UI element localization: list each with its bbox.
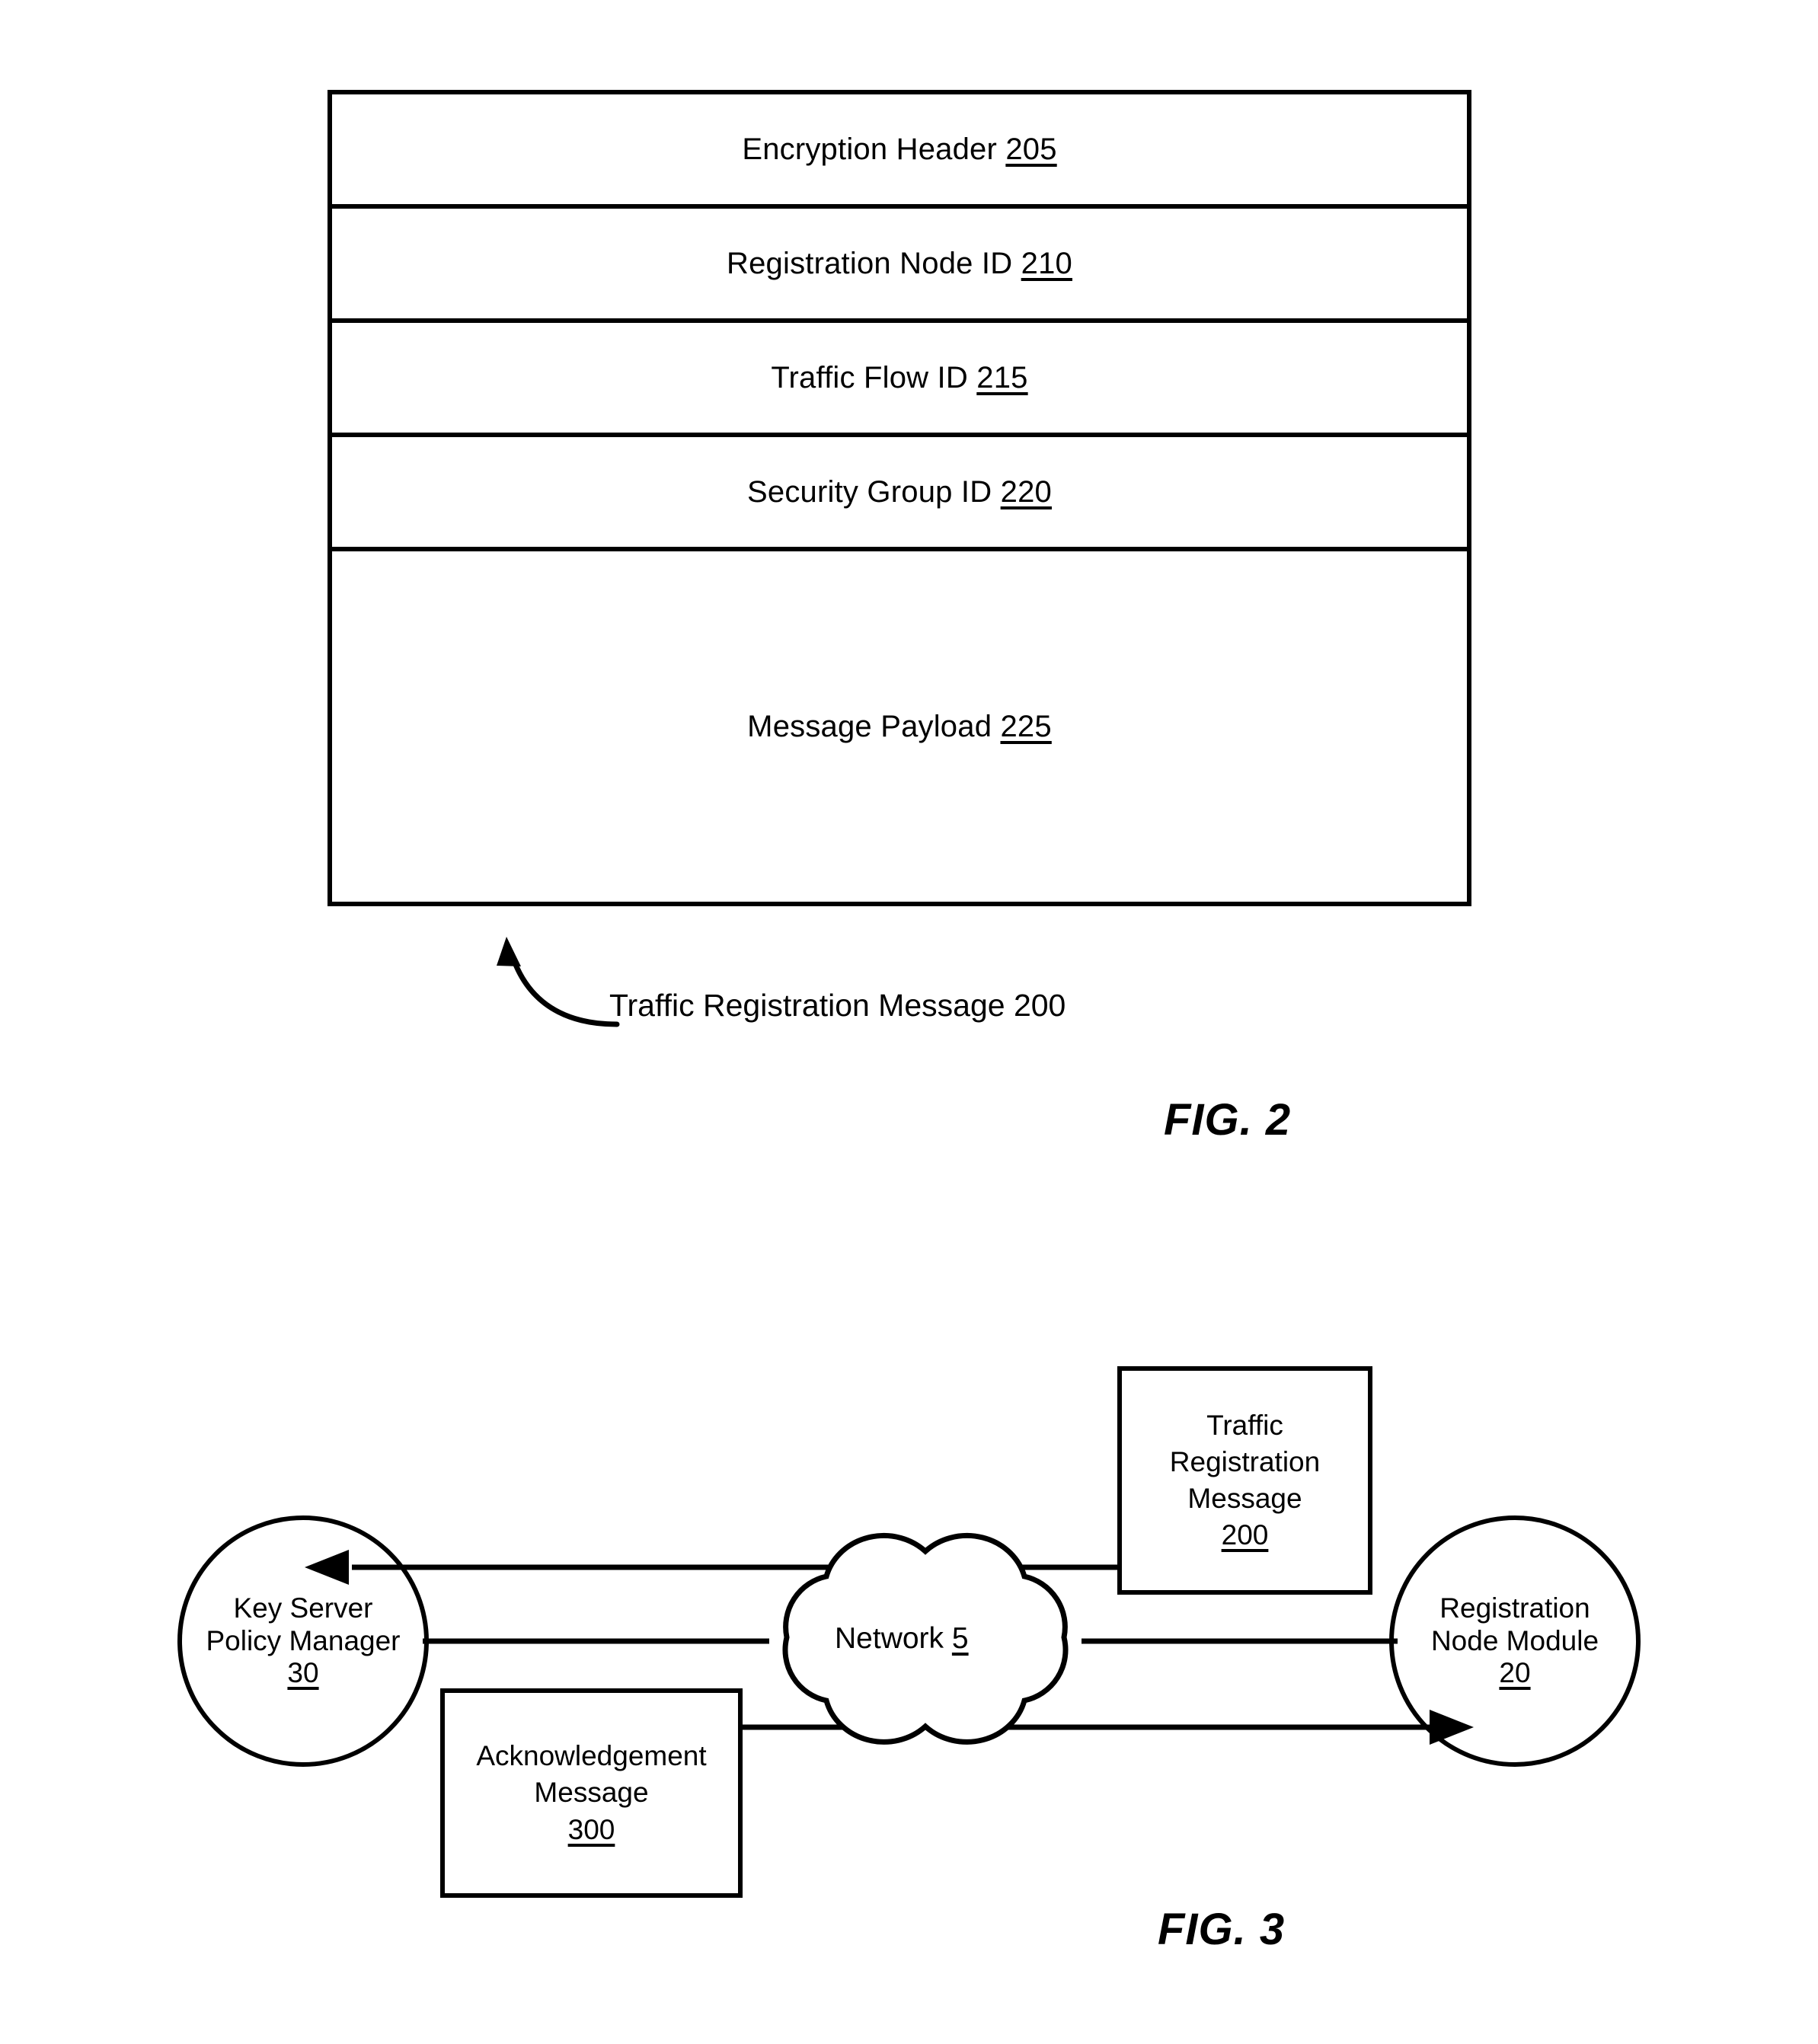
box-traffic-registration-message: Traffic Registration Message 200 [1117,1366,1372,1595]
network-label: Network 5 [830,1624,973,1653]
node-key-server-policy-manager: Key Server Policy Manager 30 [177,1515,429,1767]
field-label-registration-node-id: Registration Node ID 210 [727,248,1072,279]
figure3-label: FIG. 3 [1158,1905,1286,1954]
box-label-line1: Acknowledgement [476,1740,707,1772]
box-acknowledgement-message: Acknowledgement Message 300 [440,1688,743,1898]
reference-numeral: 205 [1005,133,1057,166]
table-row: Encryption Header 205 [332,94,1467,209]
box-label-line2: Message [534,1777,649,1809]
field-label-message-payload: Message Payload 225 [747,711,1052,742]
table-row: Message Payload 225 [332,551,1467,902]
reference-numeral: 210 [1021,247,1072,280]
table-row: Traffic Flow ID 215 [332,323,1467,437]
field-name: Traffic Flow ID [771,361,968,394]
reference-numeral: 5 [951,1622,969,1655]
field-name: Encryption Header [742,133,998,166]
box-label-line2: Registration [1169,1445,1321,1477]
table-row: Registration Node ID 210 [332,209,1467,323]
field-name: Message Payload [747,710,992,743]
node-label-line2: Node Module [1430,1624,1599,1656]
network-name: Network [835,1622,944,1655]
reference-numeral: 220 [1000,475,1052,509]
reference-numeral: 300 [567,1813,615,1845]
field-label-traffic-flow-id: Traffic Flow ID 215 [771,362,1027,393]
box-label-line1: Traffic [1206,1409,1283,1441]
node-label-line2: Policy Manager [206,1624,401,1656]
node-registration-node-module: Registration Node Module 20 [1389,1515,1641,1767]
reference-numeral: 30 [287,1657,319,1689]
node-label-line1: Registration [1439,1592,1590,1624]
reference-numeral: 215 [976,361,1028,394]
reference-numeral: 200 [1221,1519,1269,1551]
field-label-security-group-id: Security Group ID 220 [747,477,1052,507]
field-name: Security Group ID [747,475,992,509]
box-label-line3: Message [1187,1483,1302,1514]
leader-arrow-icon [497,937,620,1027]
table-row: Security Group ID 220 [332,437,1467,551]
figure2-caption: Traffic Registration Message 200 [609,988,1066,1023]
reference-numeral: 225 [1000,710,1052,743]
figure2-label: FIG. 2 [1164,1095,1292,1145]
patent-figure-page: Encryption Header 205 Registration Node … [0,0,1818,2044]
traffic-registration-message-structure: Encryption Header 205 Registration Node … [327,90,1471,906]
field-name: Registration Node ID [727,247,1013,280]
node-label-line1: Key Server [233,1592,373,1624]
reference-numeral: 20 [1499,1657,1531,1689]
field-label-encryption-header: Encryption Header 205 [742,134,1056,164]
